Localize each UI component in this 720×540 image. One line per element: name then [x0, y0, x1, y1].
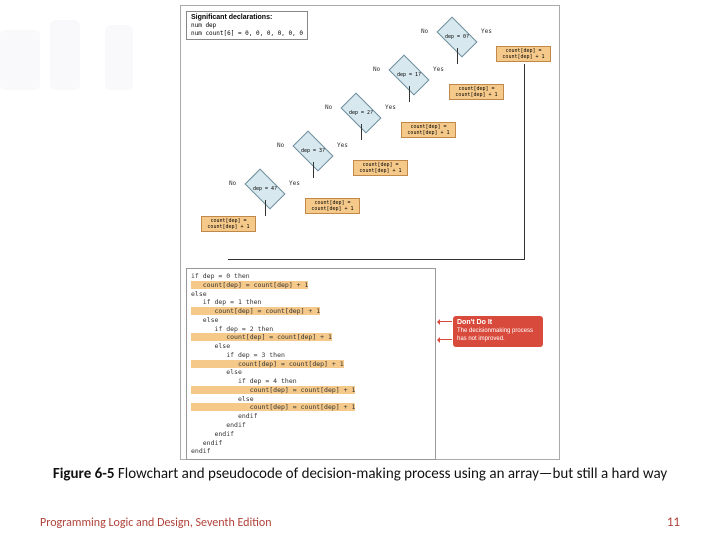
flow-line [524, 64, 525, 259]
flow-line [409, 86, 410, 102]
callout-arrow [438, 339, 452, 340]
flowchart: dep = 0? No Yes count[dep] = count[dep] … [181, 6, 559, 266]
dont-heading: Don't Do It [457, 319, 539, 327]
callout-arrow [438, 321, 452, 322]
process-box: count[dep] = count[dep] + 1 [401, 122, 456, 138]
branch-no: No [421, 28, 428, 35]
branch-yes: Yes [289, 180, 300, 187]
flow-line [457, 48, 458, 64]
dont-do-it-box: Don't Do It The decisionmaking process h… [453, 316, 543, 347]
dont-body: The decisionmaking process has not impro… [457, 328, 539, 342]
pseudocode-box: if dep = 0 then count[dep] = count[dep] … [186, 268, 436, 460]
footer-page-number: 11 [667, 515, 680, 530]
flow-line [228, 259, 525, 260]
caption-number: Figure 6-5 [53, 465, 115, 483]
figure-frame: Significant declarations: num dep num co… [180, 5, 560, 460]
footer-book-title: Programming Logic and Design, Seventh Ed… [40, 516, 272, 530]
process-box: count[dep] = count[dep] + 1 [496, 46, 551, 62]
bg-artifact [0, 30, 40, 90]
figure-caption: Figure 6-5 Flowchart and pseudocode of d… [0, 465, 720, 484]
branch-yes: Yes [481, 28, 492, 35]
branch-yes: Yes [385, 104, 396, 111]
bg-artifact [105, 25, 133, 90]
flow-line [265, 200, 266, 216]
process-box-else: count[dep] = count[dep] + 1 [201, 216, 256, 232]
branch-no: No [277, 142, 284, 149]
caption-text: Flowchart and pseudocode of decision-mak… [114, 465, 667, 483]
branch-no: No [325, 104, 332, 111]
branch-yes: Yes [433, 66, 444, 73]
branch-no: No [229, 180, 236, 187]
branch-no: No [373, 66, 380, 73]
process-box: count[dep] = count[dep] + 1 [449, 84, 504, 100]
flow-line [361, 124, 362, 140]
process-box: count[dep] = count[dep] + 1 [353, 160, 408, 176]
bg-artifact [50, 20, 80, 90]
process-box: count[dep] = count[dep] + 1 [305, 198, 360, 214]
branch-yes: Yes [337, 142, 348, 149]
flow-line [313, 162, 314, 178]
